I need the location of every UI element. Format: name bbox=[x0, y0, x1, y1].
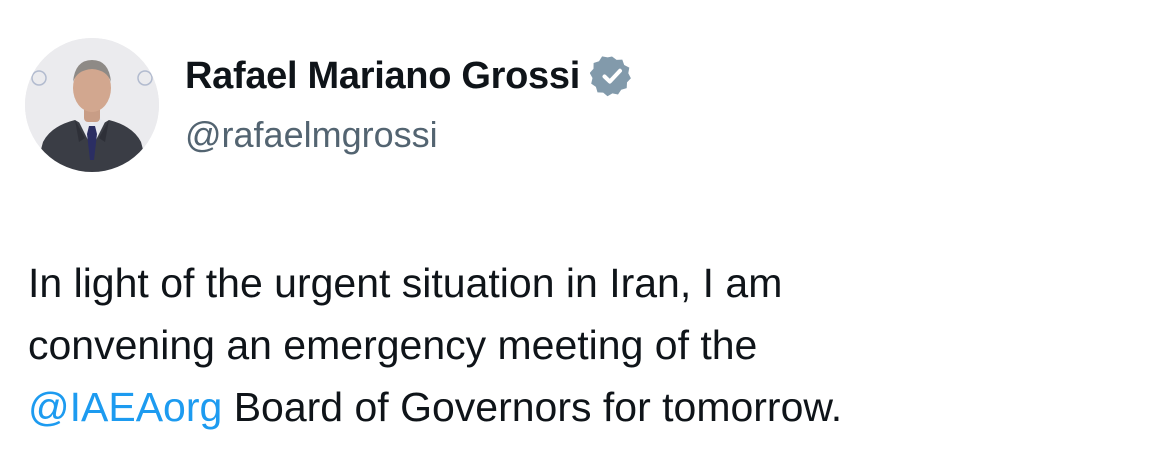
tweet-text-line-1: In light of the urgent situation in Iran… bbox=[28, 260, 783, 306]
tweet: Rafael Mariano Grossi @rafaelmgrossi In … bbox=[0, 0, 1152, 475]
name-row: Rafael Mariano Grossi bbox=[185, 52, 634, 100]
tweet-text-line-3: @IAEAorg Board of Governors for tomorrow… bbox=[28, 376, 1118, 438]
avatar[interactable] bbox=[25, 38, 159, 172]
author-block: Rafael Mariano Grossi @rafaelmgrossi bbox=[185, 52, 634, 156]
avatar-image bbox=[25, 38, 159, 172]
tweet-text: In light of the urgent situation in Iran… bbox=[28, 252, 1118, 438]
mention-link[interactable]: @IAEAorg bbox=[28, 384, 222, 430]
display-name[interactable]: Rafael Mariano Grossi bbox=[185, 55, 580, 98]
tweet-text-line-2: convening an emergency meeting of the bbox=[28, 322, 758, 368]
verified-badge-icon bbox=[589, 54, 634, 98]
tweet-text-line-3-rest: Board of Governors for tomorrow. bbox=[222, 384, 843, 430]
author-handle[interactable]: @rafaelmgrossi bbox=[185, 114, 634, 156]
